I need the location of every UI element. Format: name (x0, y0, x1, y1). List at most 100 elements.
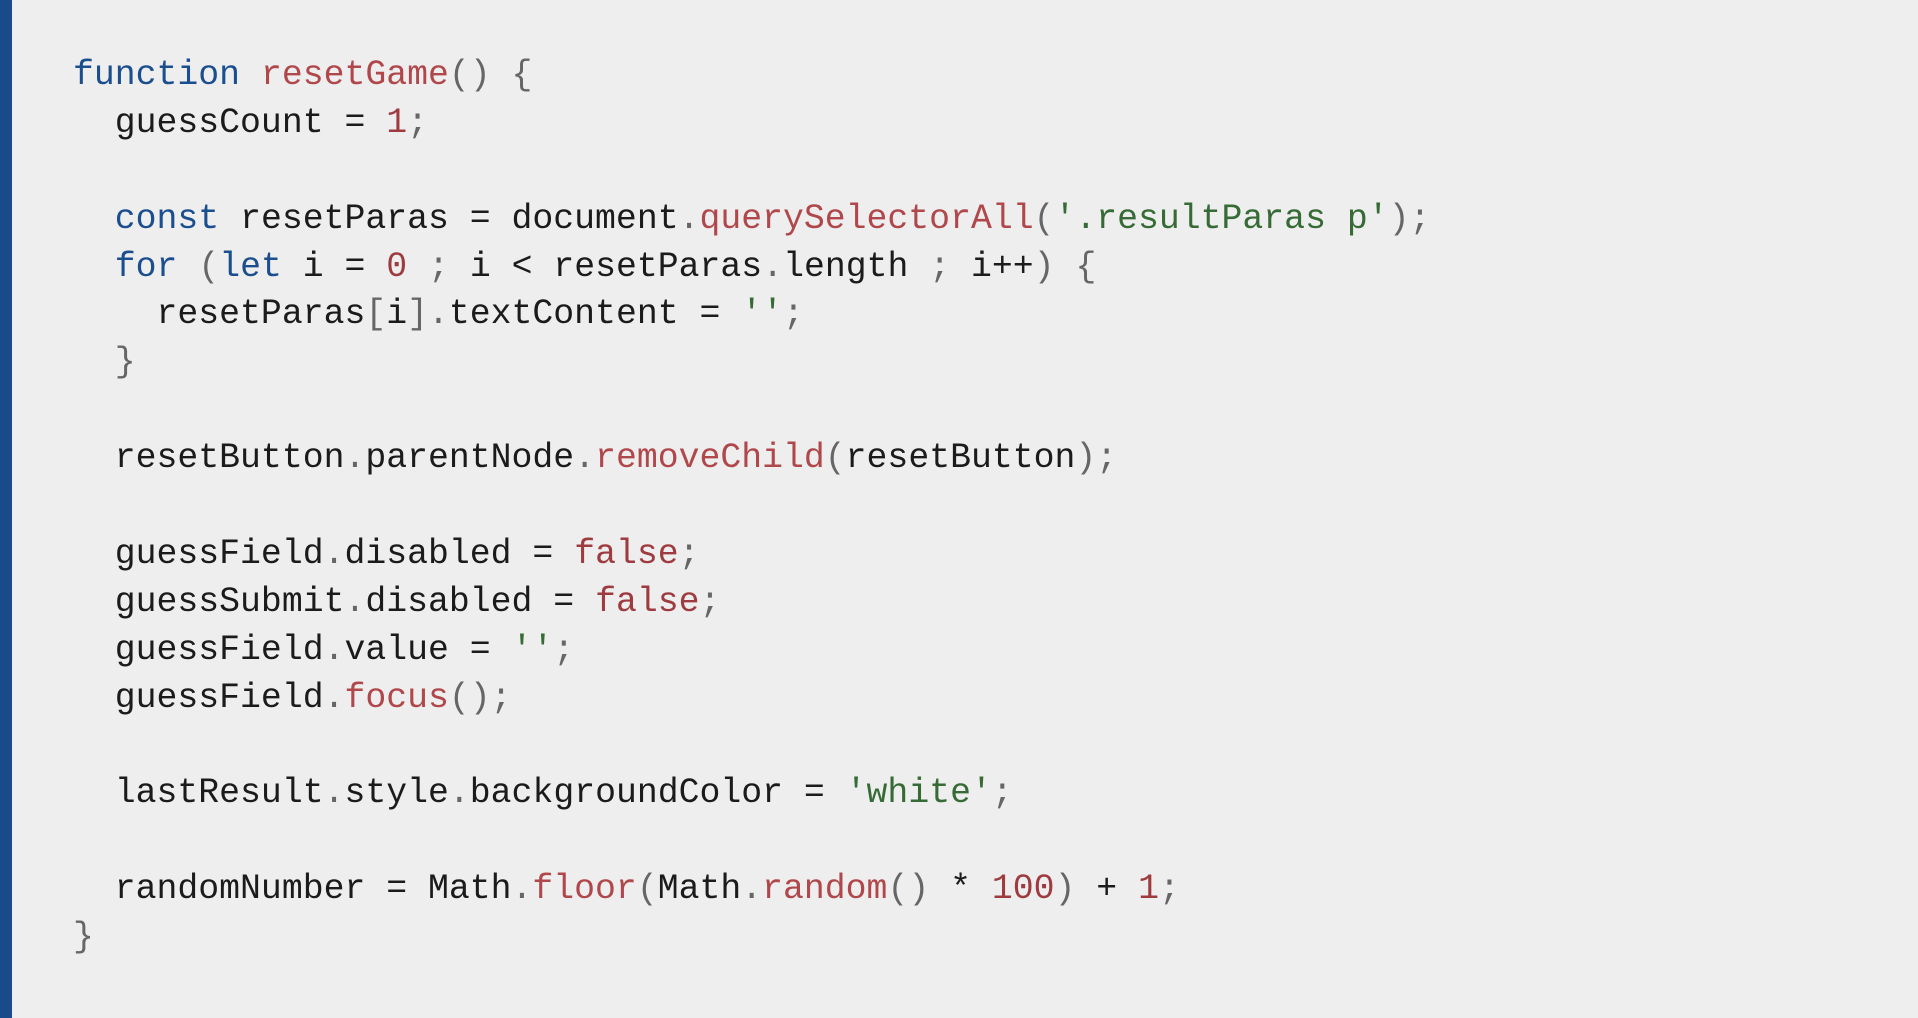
code-token-plain: Math (657, 870, 742, 910)
code-token-plain: i (386, 295, 408, 335)
code-token-plain: lastResult (73, 774, 324, 814)
code-token-plain: * (929, 870, 992, 910)
code-token-plain: i++ (950, 247, 1034, 287)
code-token-punct: ; (407, 103, 429, 143)
code-line: for (let i = 0 ; i < resetParas.length ;… (73, 244, 1430, 292)
code-token-punct: } (114, 343, 136, 383)
code-token-punct: { (511, 56, 533, 95)
code-token-punct: . (323, 630, 345, 670)
code-token-punct: . (323, 678, 345, 718)
code-token-punct: ( (824, 439, 846, 479)
code-token-punct: [ (365, 295, 387, 335)
code-token-punct: } (73, 918, 94, 958)
code-token-plain: randomNumber = Math (73, 870, 512, 910)
code-token-plain: resetParas (73, 295, 366, 335)
code-token-plain: backgroundColor = (469, 774, 846, 814)
code-token-boolean: false (595, 582, 700, 622)
code-line: resetParas[i].textContent = ''; (73, 291, 1430, 339)
code-token-plain: + (1075, 870, 1139, 910)
code-token-punct: ); (1075, 439, 1118, 479)
code-token-punct: () (448, 56, 491, 95)
code-line: resetButton.parentNode.removeChild(reset… (73, 435, 1430, 483)
code-token-keyword: for (114, 247, 178, 287)
code-token-plain: guessSubmit (73, 582, 345, 622)
code-token-plain: i < resetParas (448, 247, 763, 287)
code-token-plain: style (344, 774, 449, 814)
code-token-punct: (); (448, 678, 512, 718)
code-token-punct: ; (678, 534, 700, 574)
code-token-string: '' (511, 630, 554, 670)
code-token-punct: { (1075, 247, 1097, 287)
code-line: guessField.focus(); (73, 675, 1430, 723)
code-token-plain: textContent = (448, 295, 742, 335)
code-token-punct: ; (783, 295, 804, 335)
code-block: function resetGame() { guessCount = 1; c… (0, 0, 1918, 1018)
code-token-punct: . (741, 870, 763, 910)
code-token-function: floor (532, 870, 637, 910)
code-token-plain: length (783, 247, 930, 287)
code-token-string: '.resultParas p' (1054, 199, 1389, 239)
code-token-string: '' (741, 295, 783, 335)
code-token-plain: guessField (73, 678, 324, 718)
code-token-punct: ; (699, 582, 721, 622)
code-line: const resetParas = document.querySelecto… (73, 196, 1431, 244)
code-line: } (73, 914, 1430, 962)
code-token-boolean: false (574, 534, 679, 574)
code-token-keyword: function (73, 56, 241, 95)
code-token-number: 100 (991, 870, 1055, 910)
code-token-punct: ; (553, 630, 575, 670)
code-token-punct: ( (1033, 199, 1055, 239)
code-token-plain: disabled = (365, 582, 596, 622)
code-token-punct: . (344, 582, 366, 622)
code-token-function: querySelectorAll (699, 199, 1034, 239)
code-token-plain: guessField (73, 534, 324, 574)
code-token-function: removeChild (595, 439, 825, 479)
code-token-punct: ; (991, 774, 1013, 814)
code-line: } (73, 339, 1430, 387)
code-token-punct: ) (1054, 870, 1076, 910)
code-token-punct: ]. (407, 295, 449, 335)
code-token-punct: . (448, 774, 470, 814)
code-line: guessCount = 1; (73, 100, 1430, 148)
code-token-plain: i = (281, 247, 387, 287)
code-token-punct: . (574, 439, 596, 479)
code-token-number: 1 (386, 103, 408, 143)
code-line: randomNumber = Math.floor(Math.random() … (73, 866, 1430, 914)
code-block-accent-bar (0, 0, 12, 1018)
code-token-plain: disabled = (344, 534, 575, 574)
code-line: guessField.disabled = false; (73, 531, 1430, 579)
code-token-plain: guessCount = (73, 103, 387, 143)
code-token-keyword: let (219, 247, 282, 287)
code-line: lastResult.style.backgroundColor = 'whit… (73, 770, 1430, 818)
code-token-function: focus (344, 678, 449, 718)
code-token-punct: ; (428, 247, 449, 287)
code-token-punct: . (678, 199, 700, 239)
code-token-punct: . (511, 870, 533, 910)
code-token-punct: . (323, 534, 345, 574)
code-token-function: resetGame (260, 56, 449, 95)
code-line: guessSubmit.disabled = false; (73, 579, 1430, 627)
code-listing: function resetGame() { guessCount = 1; c… (73, 52, 1430, 962)
code-token-punct: () (887, 870, 930, 910)
code-token-punct: . (762, 247, 784, 287)
code-token-punct: ; (1158, 870, 1180, 910)
code-line: guessField.value = ''; (73, 627, 1430, 675)
code-token-plain: resetButton (73, 439, 345, 479)
code-token-number: 0 (386, 247, 408, 287)
code-token-punct: ( (636, 870, 658, 910)
code-token-plain: resetButton (845, 439, 1076, 479)
code-token-string: 'white' (845, 774, 992, 814)
code-token-punct: . (323, 774, 345, 814)
code-token-plain: value = (344, 630, 512, 670)
